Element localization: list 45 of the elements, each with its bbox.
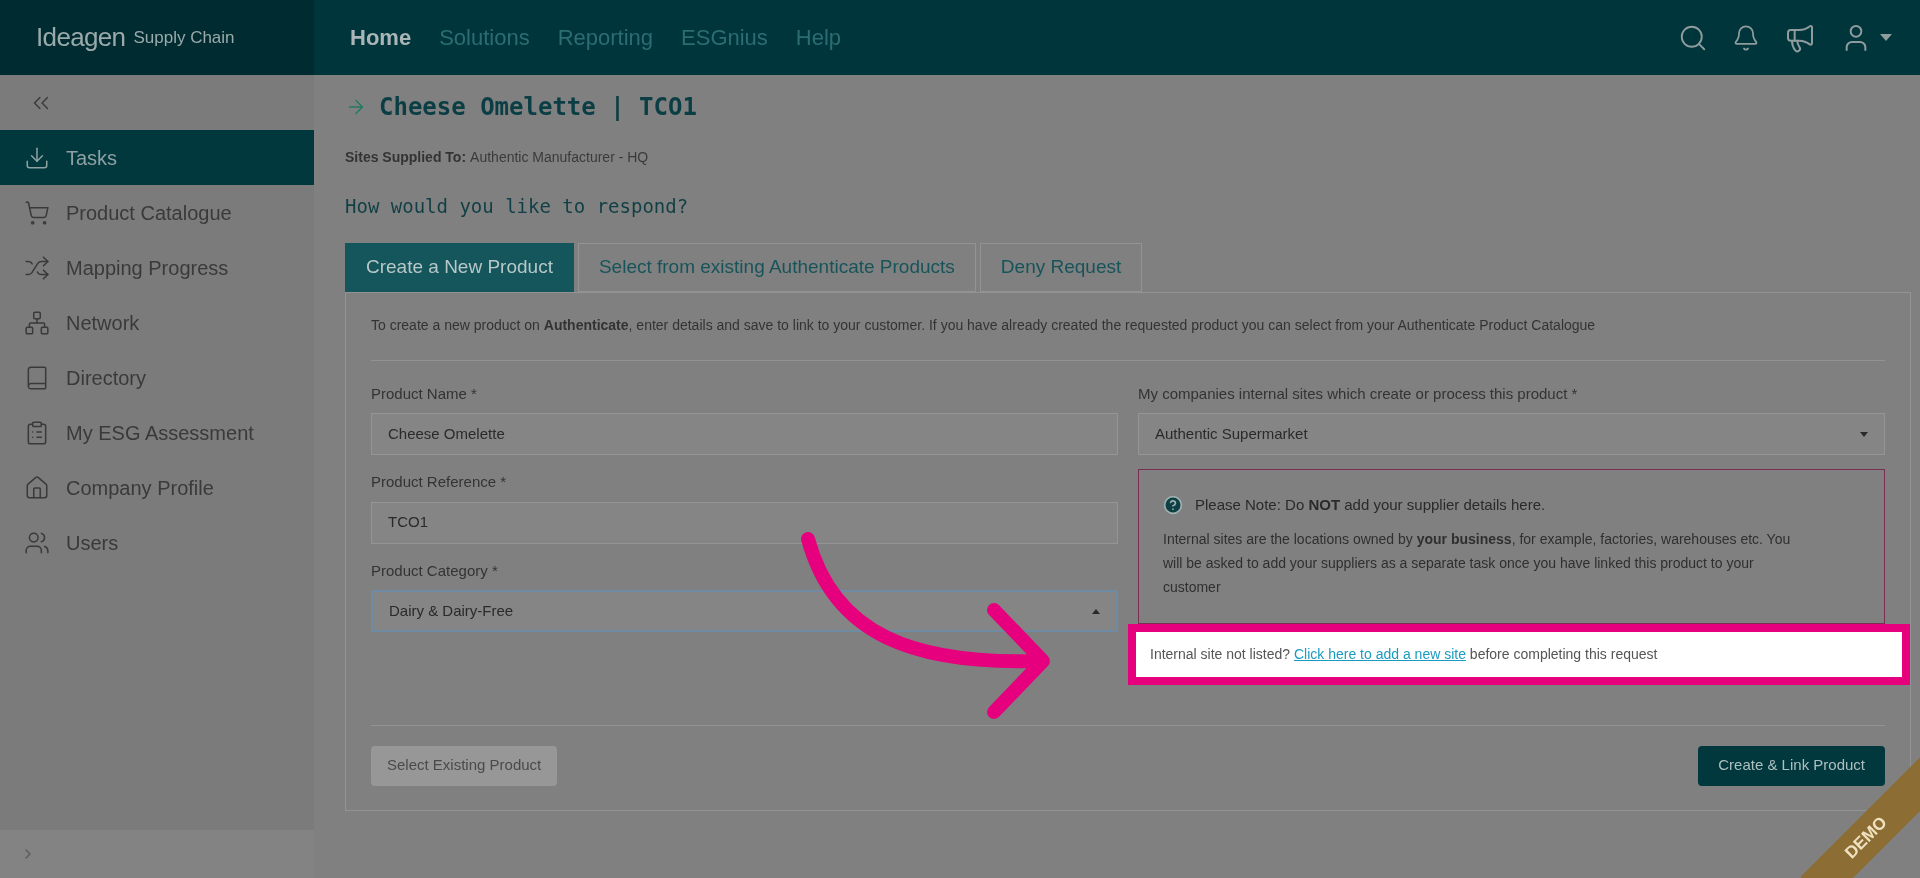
tab[interactable]: Deny Request — [979, 242, 1143, 292]
house-icon — [24, 474, 50, 501]
page-title: Cheese Omelette | TCO1 — [379, 92, 697, 123]
input-field[interactable]: TCO1 — [371, 501, 1118, 544]
sidebar-item[interactable]: My ESG Assessment — [0, 405, 314, 460]
field-label: Product Name * — [371, 383, 478, 404]
sites-value: Authentic Manufacturer - HQ — [470, 148, 649, 167]
crossed-arrows-icon — [24, 254, 50, 281]
sites-label: Sites Supplied To: — [345, 148, 467, 167]
sidebar-item[interactable]: Directory — [0, 350, 314, 405]
question-heading: How would you like to respond? — [345, 194, 690, 219]
select-existing-button[interactable]: Select Existing Product — [371, 745, 558, 786]
sidebar-item[interactable]: Network — [0, 295, 314, 350]
caret-icon[interactable] — [1880, 34, 1892, 41]
bell-icon[interactable] — [1732, 23, 1760, 52]
select-field[interactable]: Dairy & Dairy-Free — [371, 590, 1118, 632]
sidebar-item[interactable]: Company Profile — [0, 460, 314, 515]
intro-text: To create a new product on Authenticate, enter details and save to link to your customer. If you have already created the requested product you can select from your Authenticate Product Catalogue — [371, 314, 1885, 361]
select-field[interactable]: Authentic Supermarket — [1138, 413, 1885, 455]
site-prompt-text: Internal site not listed? Click here to add a new site before completing this request — [1150, 644, 1659, 664]
nav-link[interactable]: ESGnius — [681, 21, 768, 54]
sidebar-item[interactable]: Product Catalogue — [0, 185, 314, 240]
note-body: Internal sites are the locations owned by your business, for example, factories, warehouses etc. You will be asked to add your suppliers as a separate task once you have linked this product to your customer — [1163, 529, 1792, 597]
input-field[interactable]: Cheese Omelette — [371, 413, 1118, 455]
tab[interactable]: Create a New Product — [345, 242, 574, 292]
cart-icon — [24, 199, 50, 226]
nav-link[interactable]: Solutions — [439, 21, 530, 54]
network-icon — [24, 309, 50, 336]
add-site-link[interactable]: Click here to add a new site — [1294, 645, 1466, 662]
nav-link[interactable]: Home — [350, 21, 412, 54]
nav-link[interactable]: Reporting — [557, 21, 654, 54]
field-label: Product Category * — [371, 560, 499, 581]
field-label: My companies internal sites which create or process this product * — [1138, 383, 1579, 404]
help-icon — [1163, 495, 1183, 516]
caret-icon — [1860, 431, 1868, 437]
sidebar-item[interactable]: Mapping Progress — [0, 240, 314, 295]
sidebar-item[interactable]: Tasks — [0, 130, 314, 185]
nav-link[interactable]: Help — [795, 21, 842, 54]
create-link-button[interactable]: Create & Link Product — [1698, 745, 1885, 786]
field-label: Product Reference * — [371, 472, 508, 492]
logo[interactable]: Ideagen Supply Chain — [0, 0, 314, 75]
tab[interactable]: Select from existing Authenticate Products — [577, 242, 976, 292]
note-title: Please Note: Do NOT add your supplier details here. — [1195, 495, 1546, 515]
caret-icon — [1092, 608, 1100, 614]
sidebar-item[interactable]: Users — [0, 515, 314, 570]
